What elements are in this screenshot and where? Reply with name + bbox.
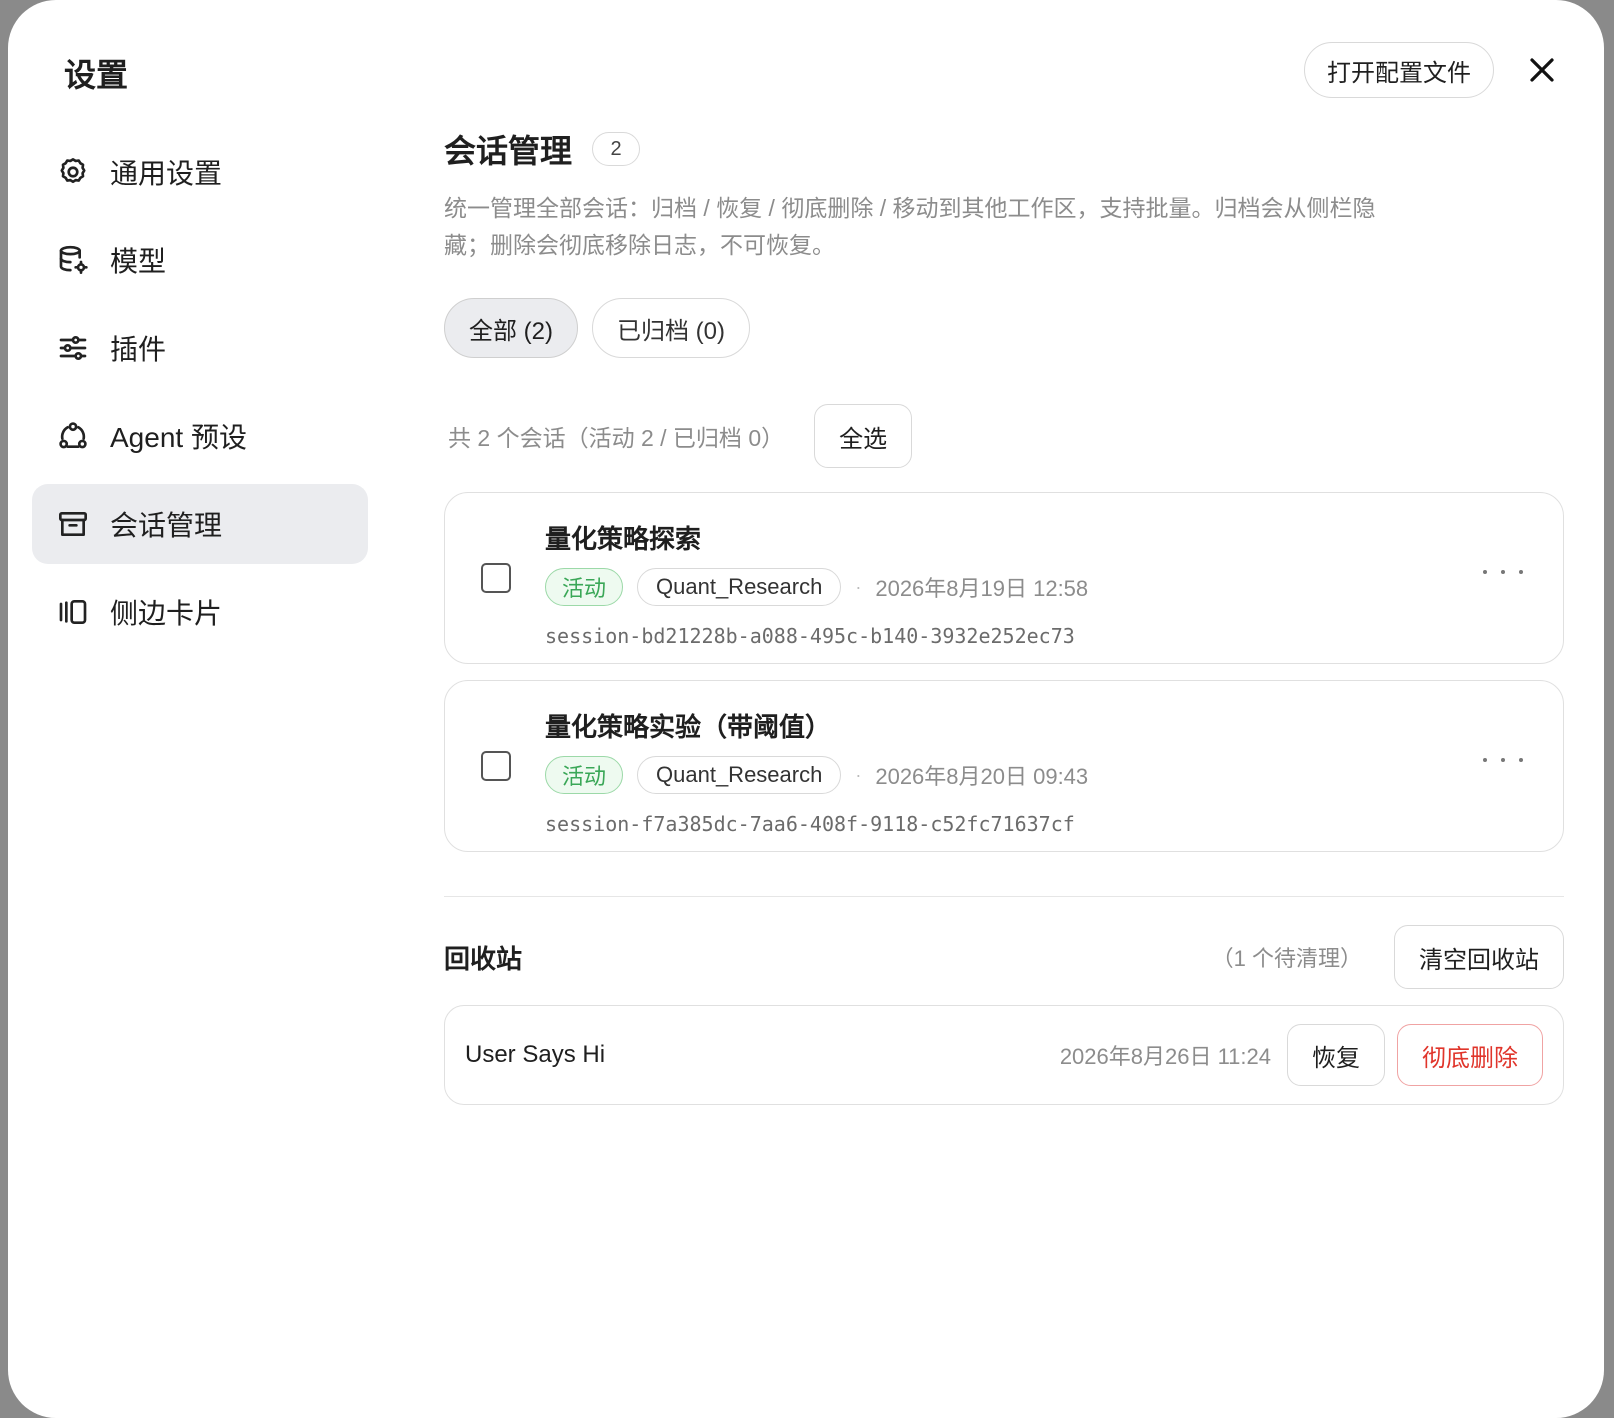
open-config-button[interactable]: 打开配置文件: [1304, 42, 1494, 98]
session-card[interactable]: 量化策略实验（带阈值） 活动 Quant_Research · 2026年8月2…: [444, 680, 1564, 852]
more-options-icon[interactable]: [1483, 557, 1523, 587]
sidebar-item-general[interactable]: 通用设置: [32, 132, 368, 212]
close-button[interactable]: [1520, 48, 1564, 92]
trash-item-date: 2026年8月26日 11:24: [1059, 1044, 1271, 1069]
separator-dot: ·: [855, 576, 862, 597]
sidebar-item-label: Agent 预设: [110, 422, 247, 453]
session-date: 2026年8月19日 12:58: [875, 576, 1089, 601]
sidebar-item-plugins[interactable]: 插件: [32, 308, 368, 388]
sidebar-item-label: 插件: [110, 334, 167, 365]
settings-dialog: 设置 打开配置文件 通用设置 模型 插件 Agent 预设 会话管理 侧边卡片 …: [8, 0, 1604, 1418]
settings-sidebar: 通用设置 模型 插件 Agent 预设 会话管理 侧边卡片: [32, 132, 368, 660]
sidebar-item-label: 通用设置: [110, 158, 223, 189]
close-icon: [1530, 58, 1554, 82]
sliders-icon: [56, 331, 90, 365]
workspace-tag: Quant_Research: [637, 568, 842, 606]
workspace-tag: Quant_Research: [637, 756, 842, 794]
filter-all[interactable]: 全部 (2): [444, 298, 578, 358]
trash-item: User Says Hi 2026年8月26日 11:24 恢复 彻底删除: [444, 1005, 1564, 1105]
session-id: session-f7a385dc-7aa6-408f-9118-c52fc716…: [545, 812, 1075, 836]
sidebar-item-side-cards[interactable]: 侧边卡片: [32, 572, 368, 652]
session-date: 2026年8月20日 09:43: [875, 764, 1089, 789]
filter-tabs: 全部 (2) 已归档 (0): [444, 298, 1562, 358]
select-all-button[interactable]: 全选: [814, 404, 913, 468]
session-summary: 共 2 个会话（活动 2 / 已归档 0）: [448, 425, 785, 451]
sidebar-item-label: 侧边卡片: [110, 598, 223, 629]
session-id: session-bd21228b-a088-495c-b140-3932e252…: [545, 624, 1075, 648]
sidebar-item-agent-presets[interactable]: Agent 预设: [32, 396, 368, 476]
session-meta: 活动 Quant_Research · 2026年8月19日 12:58: [545, 568, 1088, 606]
session-checkbox[interactable]: [481, 563, 511, 593]
side-cards-icon: [56, 595, 90, 629]
section-divider: [444, 896, 1564, 897]
separator-dot: ·: [855, 764, 862, 785]
session-title: 量化策略探索: [545, 524, 702, 554]
database-gear-icon: [56, 243, 90, 277]
session-card-body: 量化策略探索 活动 Quant_Research · 2026年8月19日 12…: [545, 519, 1088, 648]
settings-title: 设置: [64, 57, 129, 93]
page-header: 会话管理 2: [444, 126, 1562, 172]
top-actions: 打开配置文件: [1304, 42, 1564, 98]
summary-row: 共 2 个会话（活动 2 / 已归档 0） 全选: [444, 404, 1562, 468]
sidebar-item-models[interactable]: 模型: [32, 220, 368, 300]
restore-button[interactable]: 恢复: [1287, 1024, 1385, 1086]
empty-trash-button[interactable]: 清空回收站: [1394, 925, 1564, 989]
trash-title: 回收站: [444, 943, 523, 974]
session-checkbox[interactable]: [481, 751, 511, 781]
permanent-delete-button[interactable]: 彻底删除: [1397, 1024, 1543, 1086]
status-badge: 活动: [545, 756, 624, 794]
page-description: 统一管理全部会话：归档 / 恢复 / 彻底删除 / 移动到其他工作区，支持批量。…: [444, 195, 1376, 258]
trash-count: （1 个待清理）: [1211, 946, 1362, 971]
trash-header: 回收站 （1 个待清理） 清空回收站: [444, 925, 1564, 989]
more-options-icon[interactable]: [1483, 745, 1523, 775]
gear-icon: [56, 155, 90, 189]
session-meta: 活动 Quant_Research · 2026年8月20日 09:43: [545, 756, 1088, 794]
session-card-body: 量化策略实验（带阈值） 活动 Quant_Research · 2026年8月2…: [545, 707, 1088, 836]
trash-item-name: User Says Hi: [465, 1041, 606, 1068]
session-count-badge: 2: [592, 132, 641, 166]
session-card[interactable]: 量化策略探索 活动 Quant_Research · 2026年8月19日 12…: [444, 492, 1564, 664]
agent-network-icon: [56, 419, 90, 453]
page-title: 会话管理: [444, 133, 573, 169]
sidebar-item-label: 模型: [110, 246, 167, 277]
session-title: 量化策略实验（带阈值）: [545, 712, 832, 742]
sidebar-item-label: 会话管理: [110, 510, 223, 541]
archive-box-icon: [56, 507, 90, 541]
filter-archived[interactable]: 已归档 (0): [592, 298, 750, 358]
sessions-panel: 会话管理 2 统一管理全部会话：归档 / 恢复 / 彻底删除 / 移动到其他工作…: [444, 126, 1564, 1105]
status-badge: 活动: [545, 568, 624, 606]
sidebar-item-sessions[interactable]: 会话管理: [32, 484, 368, 564]
